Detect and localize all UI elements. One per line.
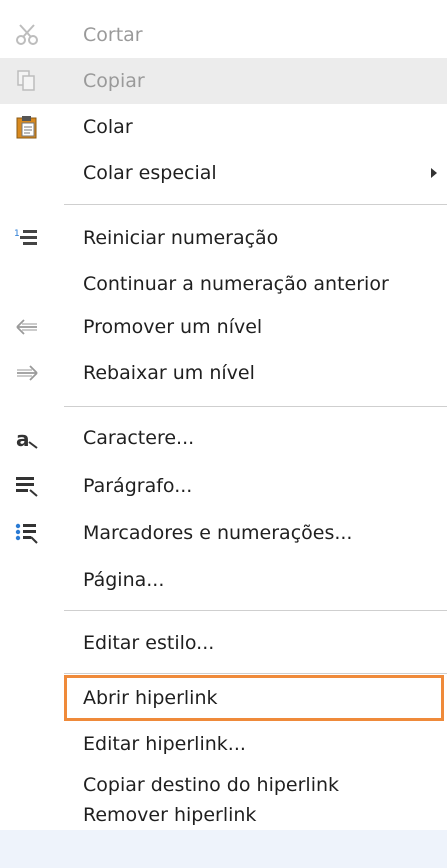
menu-item-continue-numbering[interactable]: Continuar a numeração anterior [0,261,447,307]
menu-separator [64,610,447,611]
menu-item-page[interactable]: Página... [0,557,447,603]
menu-item-edit-hyperlink[interactable]: Editar hiperlink... [0,721,447,767]
menu-item-paste[interactable]: Colar [0,104,447,150]
menu-item-paragraph[interactable]: Parágrafo... [0,463,447,509]
menu-item-label: Promover um nível [83,316,263,338]
menu-item-edit-style[interactable]: Editar estilo... [0,620,447,666]
menu-item-character[interactable]: a Caractere... [0,415,447,461]
menu-item-label: Abrir hiperlink [83,687,218,709]
menu-item-label: Reiniciar numeração [83,227,279,249]
menu-item-label: Colar [83,116,133,138]
menu-item-label: Editar estilo... [83,632,215,654]
menu-item-label: Continuar a numeração anterior [83,273,389,295]
menu-item-label: Página... [83,569,165,591]
menu-item-bullets-numbering[interactable]: Marcadores e numerações... [0,510,447,556]
menu-item-label: Editar hiperlink... [83,733,246,755]
scissors-icon [14,23,40,47]
menu-item-label: Remover hiperlink [83,804,257,826]
paragraph-icon [14,474,40,498]
menu-separator [64,204,447,205]
menu-item-label: Copiar [83,70,145,92]
menu-separator [64,673,447,674]
menu-item-copy[interactable]: Copiar [0,58,447,104]
menu-item-restart-numbering[interactable]: 1 Reiniciar numeração [0,215,447,261]
arrow-right-icon [14,361,40,385]
menu-item-label: Parágrafo... [83,475,193,497]
menu-item-label: Rebaixar um nível [83,362,255,384]
svg-text:1: 1 [14,229,20,239]
svg-text:a: a [16,427,30,450]
submenu-arrow-icon [431,168,437,178]
menu-item-label: Cortar [83,24,143,46]
clipboard-icon [14,115,40,139]
menu-item-open-hyperlink[interactable]: Abrir hiperlink [64,675,444,721]
menu-item-label: Caractere... [83,427,195,449]
menu-item-demote[interactable]: Rebaixar um nível [0,350,447,396]
bullets-numbering-icon [14,521,40,545]
restart-numbering-icon: 1 [14,226,40,250]
menu-separator [64,406,447,407]
menu-item-paste-special[interactable]: Colar especial [0,150,447,196]
menu-item-label: Marcadores e numerações... [83,522,353,544]
menu-item-remove-hyperlink[interactable]: Remover hiperlink [0,800,447,830]
menu-item-cut[interactable]: Cortar [0,12,447,58]
menu-item-label: Colar especial [83,162,217,184]
menu-footer [0,830,447,868]
context-menu: Cortar Copiar Colar Colar especial 1 Rei… [0,0,447,830]
menu-item-promote[interactable]: Promover um nível [0,304,447,350]
copy-icon [14,69,40,93]
character-icon: a [14,426,40,451]
arrow-left-icon [14,315,40,339]
